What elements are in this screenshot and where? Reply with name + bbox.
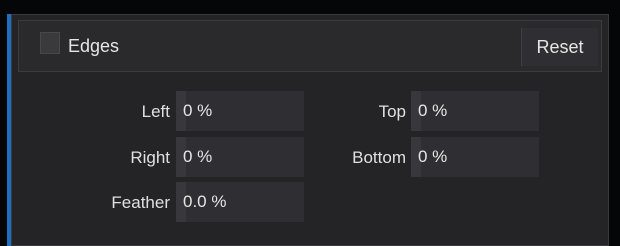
feather-input[interactable]: 0.0 % — [176, 182, 304, 222]
top-input[interactable]: 0 % — [411, 91, 539, 131]
top-label: Top — [378, 102, 406, 121]
edges-window: Edges Reset Left 0 % Right 0 % Feather 0… — [0, 0, 620, 246]
reset-button[interactable]: Reset — [521, 28, 598, 66]
feather-label: Feather — [111, 193, 170, 212]
bottom-label: Bottom — [352, 148, 406, 167]
right-label: Right — [130, 148, 170, 167]
left-label: Left — [141, 102, 170, 121]
top-value: 0 % — [418, 101, 448, 120]
bottom-input[interactable]: 0 % — [411, 137, 539, 177]
left-input[interactable]: 0 % — [176, 91, 304, 131]
bottom-value: 0 % — [418, 147, 448, 166]
panel-title: Edges — [68, 36, 120, 56]
right-input[interactable]: 0 % — [176, 137, 304, 177]
left-value: 0 % — [183, 101, 213, 120]
feather-value: 0.0 % — [183, 192, 227, 211]
edges-enable-checkbox[interactable] — [40, 32, 60, 54]
right-value: 0 % — [183, 147, 213, 166]
